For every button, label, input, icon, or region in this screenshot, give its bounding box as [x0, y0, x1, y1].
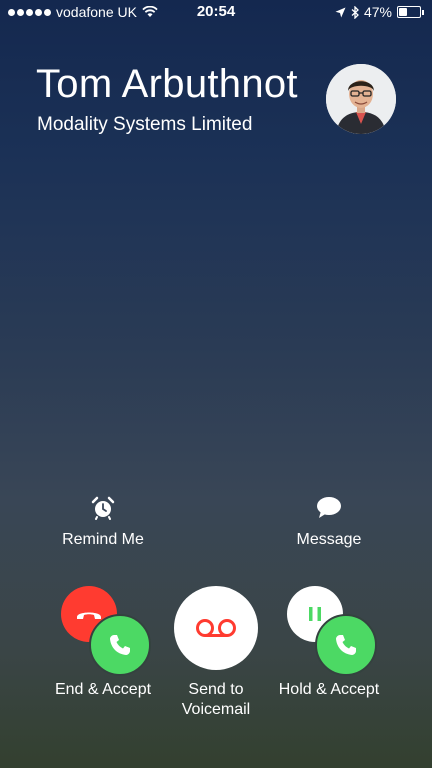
status-bar: vodafone UK 20:54 47% [0, 0, 432, 24]
remind-me-label: Remind Me [62, 531, 144, 548]
location-arrow-icon [335, 7, 346, 17]
hold-and-accept-label: Hold & Accept [278, 681, 380, 698]
end-and-accept-button[interactable]: End & Accept [40, 586, 166, 716]
speech-bubble-icon [317, 497, 341, 518]
bluetooth-icon [351, 5, 359, 19]
pause-icon [309, 607, 321, 621]
voicemail-label-line2: Voicemail [181, 701, 251, 718]
battery-icon [397, 6, 421, 18]
status-right: 47% [335, 4, 424, 20]
remind-me-button[interactable]: Remind Me [40, 496, 166, 549]
phone-icon [336, 635, 356, 655]
phone-icon [110, 635, 130, 655]
send-to-voicemail-button[interactable]: Send to Voicemail [166, 586, 266, 718]
person-photo-icon [326, 64, 396, 134]
voicemail-circle [174, 586, 258, 670]
end-and-accept-label: End & Accept [54, 681, 152, 698]
message-label: Message [296, 531, 362, 548]
battery-level [399, 8, 407, 16]
caller-organization: Modality Systems Limited [37, 114, 253, 135]
alarm-clock-icon [91, 496, 115, 520]
caller-avatar [326, 64, 396, 134]
hang-up-phone-icon [77, 612, 101, 619]
caller-name: Tom Arbuthnot [36, 62, 298, 106]
message-button[interactable]: Message [264, 496, 394, 549]
accept-call-circle [315, 614, 377, 676]
hold-and-accept-button[interactable]: Hold & Accept [266, 586, 392, 716]
battery-cap [422, 9, 424, 15]
accept-call-circle [89, 614, 151, 676]
voicemail-label-line1: Send to [188, 681, 244, 698]
voicemail-icon [196, 619, 236, 637]
battery-percent: 47% [363, 4, 392, 20]
